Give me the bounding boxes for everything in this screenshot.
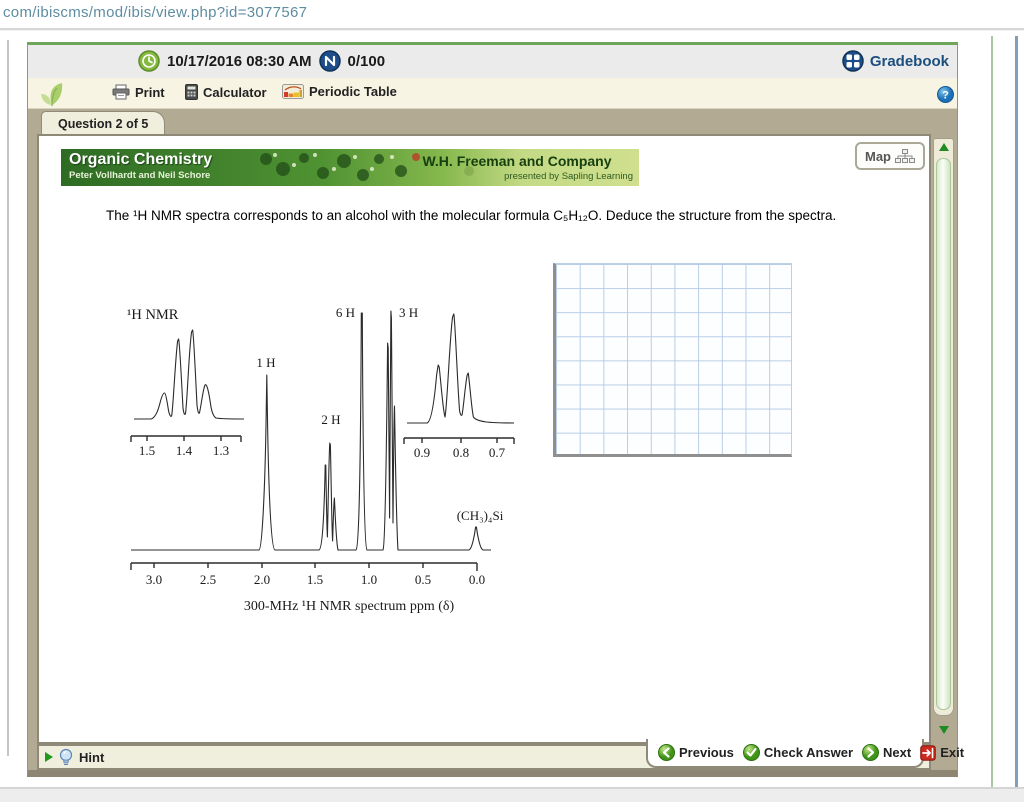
axis-tick: 3.0 (146, 572, 162, 587)
next-icon (862, 744, 879, 761)
periodic-table-button[interactable]: Periodic Table (282, 84, 397, 99)
axis-tick: 0.0 (469, 572, 485, 587)
address-url[interactable]: com/ibiscms/mod/ibis/view.php?id=3077567 (3, 4, 307, 21)
gradebook-icon (842, 50, 864, 72)
banner-presented-by: presented by Sapling Learning (504, 171, 633, 182)
help-icon[interactable]: ? (937, 86, 954, 103)
nmr-main-axis (131, 563, 477, 571)
axis-tick: 0.5 (415, 572, 431, 587)
question-content-panel: Organic Chemistry Peter Vollhardt and Ne… (37, 134, 931, 744)
axis-tick: 0.7 (489, 445, 506, 460)
axis-tick: 0.8 (453, 445, 469, 460)
nmr-main-trace (131, 311, 491, 550)
attempt-status: 10/17/2016 08:30 AM 0/100 (138, 50, 385, 72)
calculator-button[interactable]: Calculator (185, 84, 267, 100)
score-icon (319, 50, 341, 72)
structure-drawing-grid[interactable] (553, 263, 792, 457)
arrow-up-icon (939, 143, 949, 151)
nav-button-bar: Previous Check Answer Next (646, 739, 924, 768)
nmr-inset-left-axis (131, 436, 241, 442)
tms-label: (CH₃)₄Si (457, 508, 504, 523)
sitemap-icon (895, 149, 915, 164)
map-button-label: Map (865, 149, 891, 164)
axis-tick: 1.3 (213, 443, 229, 458)
banner-publisher: W.H. Freeman and Company (399, 153, 635, 169)
axis-tick: 1.5 (139, 443, 155, 458)
scroll-down-button[interactable] (935, 722, 952, 738)
toolbar: Print Calculator (28, 78, 957, 109)
sapling-logo-icon (38, 80, 70, 107)
hint-label: Hint (79, 750, 104, 765)
bottom-taskbar-strip (0, 787, 1024, 802)
peak-label-6h: 6 H (336, 305, 355, 320)
score-value: 0/100 (348, 53, 386, 70)
tab-row: Question 2 of 5 (28, 109, 957, 137)
exit-label: Exit (940, 745, 964, 760)
status-header: 10/17/2016 08:30 AM 0/100 Gradebook (28, 45, 957, 78)
peak-label-3h: 3 H (399, 305, 418, 320)
printer-icon (112, 84, 130, 100)
calculator-icon (185, 84, 198, 100)
nmr-inset-right-axis (404, 438, 514, 444)
print-button[interactable]: Print (112, 84, 165, 100)
previous-button[interactable]: Previous (658, 744, 734, 761)
exit-button[interactable]: Exit (920, 745, 964, 761)
peak-label-2h: 2 H (321, 412, 340, 427)
nmr-inset-left-trace (134, 330, 244, 419)
axis-tick: 1.0 (361, 572, 377, 587)
clock-icon (138, 50, 160, 72)
scrollbar-thumb[interactable] (936, 158, 951, 710)
check-icon (743, 744, 760, 761)
spectrum-caption: 300-MHz ¹H NMR spectrum ppm (δ) (244, 599, 455, 614)
svg-text:?: ? (942, 90, 949, 102)
vertical-scrollbar[interactable] (933, 138, 954, 742)
calculator-label: Calculator (203, 85, 267, 100)
periodic-table-icon (282, 84, 304, 99)
axis-tick: 2.5 (200, 572, 216, 587)
nmr-spectrum: 3.0 2.5 2.0 1.5 1.0 0.5 0.0 300-MHz ¹H N… (109, 293, 546, 625)
next-label: Next (883, 745, 911, 760)
axis-tick: 2.0 (254, 572, 270, 587)
app-frame: 10/17/2016 08:30 AM 0/100 Gradebook (27, 42, 958, 777)
spectrum-title: ¹H NMR (127, 307, 179, 323)
axis-tick: 1.4 (176, 443, 193, 458)
nmr-inset-right-trace (407, 314, 514, 423)
exit-icon (920, 745, 936, 761)
gradebook-label: Gradebook (870, 53, 949, 70)
banner-authors: Peter Vollhardt and Neil Schore (69, 170, 210, 181)
axis-tick: 1.5 (307, 572, 323, 587)
map-button[interactable]: Map (855, 142, 925, 170)
check-answer-label: Check Answer (764, 745, 853, 760)
banner-title: Organic Chemistry (69, 151, 212, 169)
right-panel-line (1015, 36, 1018, 802)
axis-tick: 0.9 (414, 445, 430, 460)
scroll-up-button[interactable] (935, 139, 952, 155)
check-answer-button[interactable]: Check Answer (743, 744, 853, 761)
browser-divider (0, 28, 1024, 31)
expand-arrow-icon (45, 752, 53, 762)
print-label: Print (135, 85, 165, 100)
next-button[interactable]: Next (862, 744, 911, 761)
previous-label: Previous (679, 745, 734, 760)
gradebook-link[interactable]: Gradebook (842, 50, 949, 72)
due-datetime: 10/17/2016 08:30 AM (167, 53, 312, 70)
textbook-banner: Organic Chemistry Peter Vollhardt and Ne… (61, 149, 639, 186)
hint-bulb-icon (59, 748, 73, 766)
peak-label-1h: 1 H (256, 355, 275, 370)
right-green-line (991, 36, 993, 802)
previous-icon (658, 744, 675, 761)
periodic-table-label: Periodic Table (309, 84, 397, 99)
left-border-line (7, 40, 9, 756)
arrow-down-icon (939, 726, 949, 734)
question-text: The ¹H NMR spectra corresponds to an alc… (106, 206, 896, 227)
